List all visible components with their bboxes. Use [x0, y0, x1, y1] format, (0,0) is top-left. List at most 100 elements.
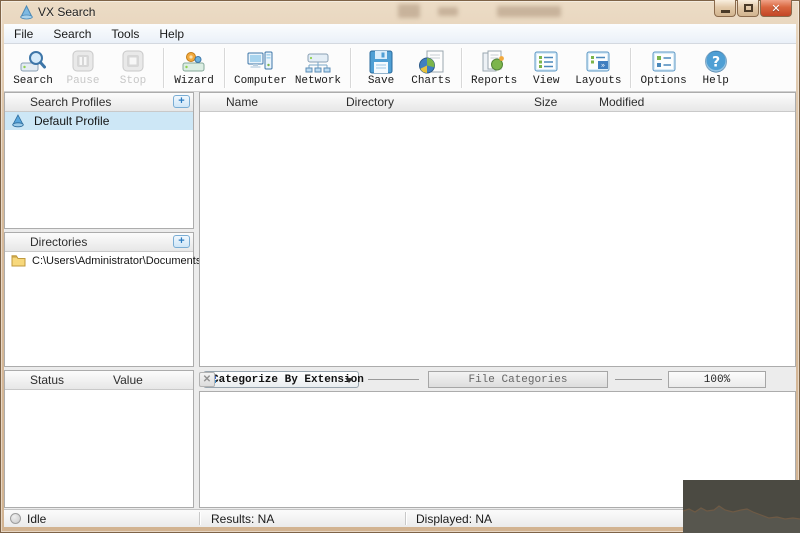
toolbar-button-search[interactable]: Search	[8, 45, 58, 90]
directory-item[interactable]: C:\Users\Administrator\Documents	[5, 252, 201, 270]
toolbar-separator	[163, 47, 164, 88]
divider-line	[615, 379, 662, 380]
zoom-level-button[interactable]: 100%	[668, 371, 766, 388]
toolbar-label-stop: Stop	[119, 74, 147, 87]
toolbar: Search Pause Stop Wizard Computer Network Save…	[4, 44, 796, 92]
view-icon	[533, 50, 559, 74]
results-column-name[interactable]: Name	[226, 95, 258, 109]
categorize-dropdown[interactable]: Categorize By Extension	[203, 371, 364, 388]
toolbar-button-save[interactable]: Save	[356, 45, 406, 90]
toolbar-label-options: Options	[640, 74, 687, 87]
titlebar[interactable]: VX Search ✕	[0, 0, 800, 24]
toolbar-button-help[interactable]: ? Help	[691, 45, 741, 90]
blurred-watermark	[438, 7, 458, 16]
directories-title: Directories	[30, 235, 88, 249]
toolbar-separator	[350, 47, 352, 88]
directories-panel: Directories + C:\Users\Administrator\Doc…	[4, 232, 201, 367]
search-profiles-header: Search Profiles +	[5, 93, 193, 112]
maximize-icon	[743, 4, 753, 12]
toolbar-button-options[interactable]: Options	[636, 45, 690, 90]
redaction-overlay	[683, 480, 800, 533]
search-profiles-title: Search Profiles	[30, 95, 112, 109]
svg-text:»: »	[601, 61, 605, 69]
menu-help[interactable]: Help	[149, 25, 194, 43]
menu-search[interactable]: Search	[43, 25, 101, 43]
status-state-text: Idle	[27, 511, 47, 526]
categorize-label: Categorize By Extension	[212, 373, 364, 386]
close-icon: ✕	[771, 1, 781, 15]
toolbar-button-pause[interactable]: Pause	[58, 45, 108, 90]
network-icon	[305, 50, 331, 74]
charts-icon	[418, 50, 444, 74]
menu-tools[interactable]: Tools	[101, 25, 149, 43]
directories-header: Directories +	[5, 233, 193, 252]
toolbar-button-charts[interactable]: Charts	[406, 45, 456, 90]
status-panel: Status Value	[4, 370, 194, 508]
search-profiles-list: Default Profile	[5, 112, 193, 130]
directories-list: C:\Users\Administrator\Documents	[5, 252, 201, 270]
file-categories-button[interactable]: File Categories	[428, 371, 608, 388]
minimize-button[interactable]	[714, 0, 736, 17]
search-profile-icon	[11, 114, 25, 131]
toolbar-button-view[interactable]: View	[521, 45, 571, 90]
status-bar: Idle Results: NA Displayed: NA	[4, 509, 796, 527]
results-column-directory[interactable]: Directory	[346, 95, 394, 109]
toolbar-separator	[461, 47, 463, 88]
toolbar-button-layouts[interactable]: » Layouts	[571, 45, 625, 90]
toolbar-button-reports[interactable]: Reports	[467, 45, 521, 90]
blurred-watermark	[497, 6, 561, 17]
toolbar-separator	[224, 47, 225, 88]
folder-icon	[11, 254, 26, 270]
toolbar-button-network[interactable]: Network	[291, 45, 345, 90]
results-column-size[interactable]: Size	[534, 95, 557, 109]
menu-bar: File Search Tools Help	[4, 24, 796, 44]
menu-file[interactable]: File	[4, 25, 43, 43]
profile-item-label: Default Profile	[34, 114, 110, 128]
toolbar-label-view: View	[533, 74, 560, 87]
chevron-down-icon	[345, 378, 353, 383]
content-area: Search Profiles + Default Profile Direct…	[4, 92, 796, 509]
results-panel: Name Directory Size Modified	[199, 92, 796, 367]
directory-item-label: C:\Users\Administrator\Documents	[32, 255, 202, 267]
toolbar-label-help: Help	[702, 74, 729, 87]
stop-icon	[120, 50, 146, 74]
toolbar-button-wizard[interactable]: Wizard	[169, 45, 219, 90]
status-column-value[interactable]: Value	[113, 373, 143, 387]
toolbar-label-wizard: Wizard	[174, 74, 214, 87]
categories-toolbar: Categorize By Extension File Categories …	[199, 370, 796, 389]
pause-icon	[70, 50, 96, 74]
toolbar-button-stop[interactable]: Stop	[108, 45, 158, 90]
toolbar-label-search: Search	[13, 74, 53, 87]
displayed-count-text: Displayed: NA	[416, 511, 493, 526]
toolbar-label-charts: Charts	[411, 74, 451, 87]
close-categories-button[interactable]: ✕	[199, 372, 215, 387]
save-icon	[368, 50, 394, 74]
wizard-icon	[181, 50, 207, 74]
toolbar-label-computer: Computer	[234, 74, 287, 87]
options-icon	[651, 50, 677, 74]
toolbar-separator	[630, 47, 632, 88]
layouts-icon: »	[585, 50, 611, 74]
toolbar-button-computer[interactable]: Computer	[230, 45, 291, 90]
add-directory-button[interactable]: +	[173, 235, 190, 248]
maximize-button[interactable]	[737, 0, 759, 17]
profile-item[interactable]: Default Profile	[5, 112, 193, 130]
minimize-icon	[720, 9, 730, 13]
computer-icon	[247, 50, 273, 74]
results-column-modified[interactable]: Modified	[599, 95, 644, 109]
idle-status-icon	[10, 513, 21, 524]
search-profiles-panel: Search Profiles + Default Profile	[4, 92, 194, 229]
help-icon: ?	[703, 48, 729, 74]
toolbar-label-reports: Reports	[471, 74, 518, 87]
close-button[interactable]: ✕	[760, 0, 792, 17]
toolbar-label-save: Save	[367, 74, 395, 87]
add-profile-button[interactable]: +	[173, 95, 190, 108]
search-icon	[20, 50, 46, 74]
vx-search-window: VX Search ✕ File Search Tools Help Search Pa…	[0, 0, 800, 533]
status-column-status[interactable]: Status	[30, 373, 64, 387]
status-displayed-cell: Displayed: NA	[406, 510, 696, 527]
status-results-cell: Results: NA	[200, 510, 416, 527]
divider-line	[368, 379, 419, 380]
toolbar-label-layouts: Layouts	[575, 74, 622, 87]
blurred-watermark	[398, 4, 420, 18]
